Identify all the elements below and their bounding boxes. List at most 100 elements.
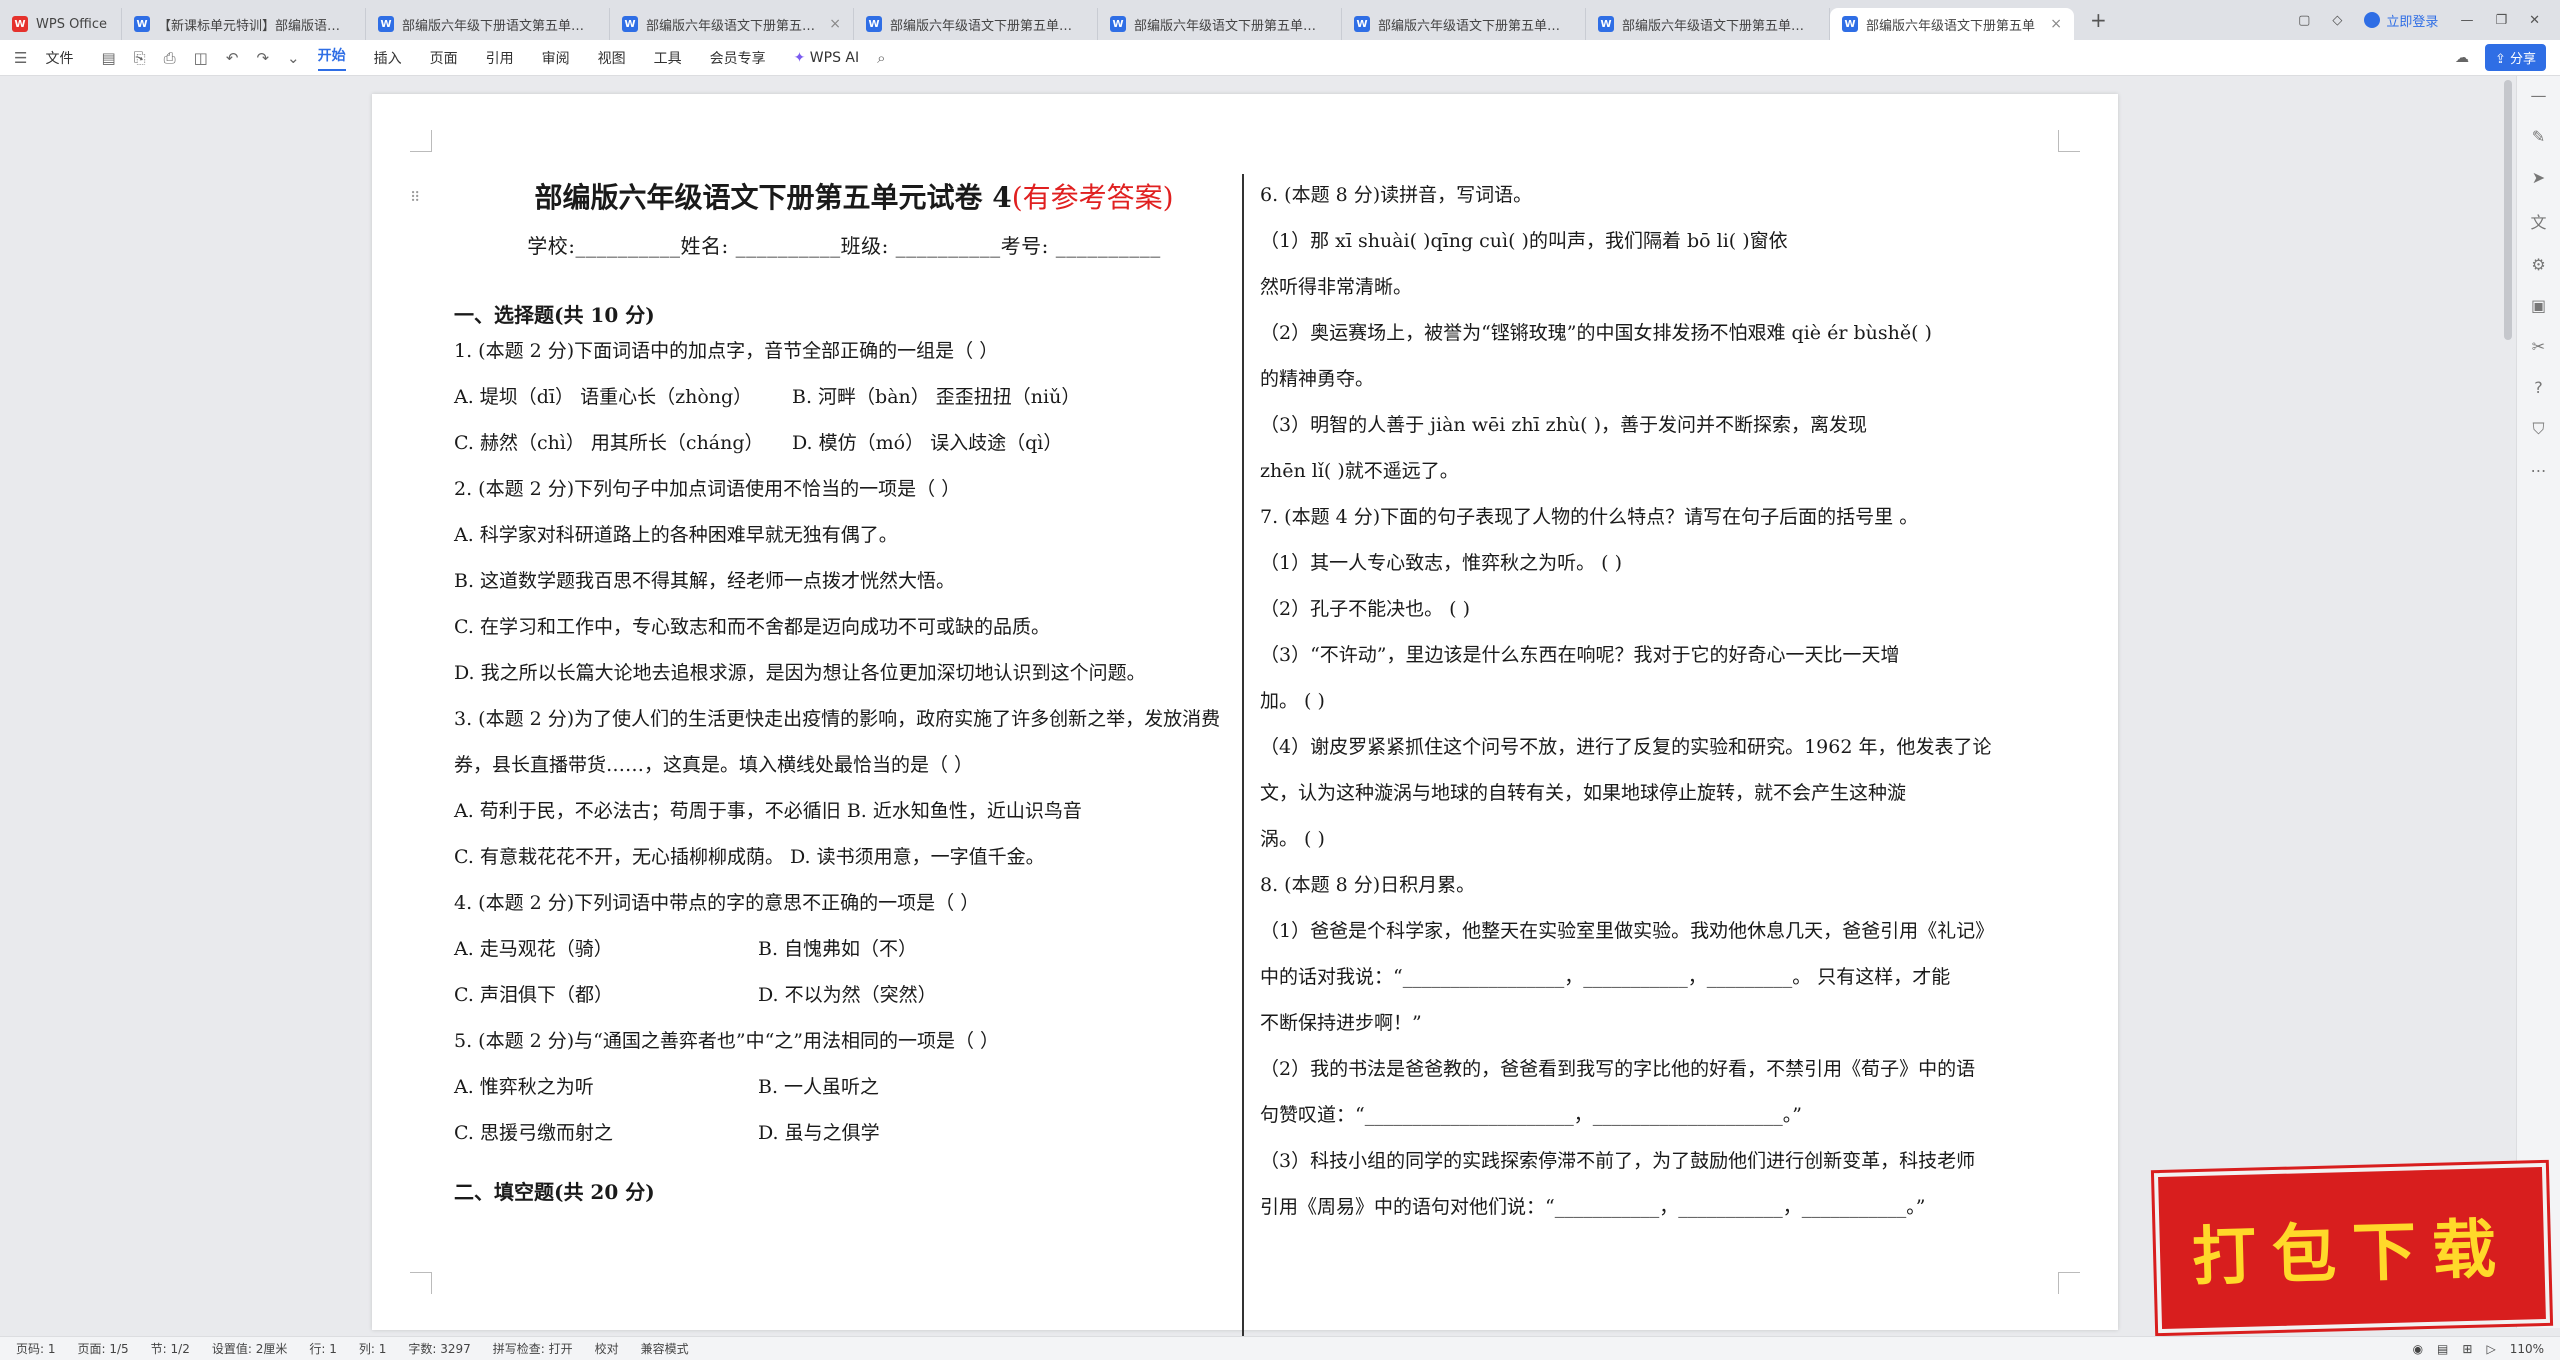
status-words[interactable]: 字数: 3297 <box>408 1340 470 1357</box>
tab-document[interactable]: W 部编版六年级语文下册第五单元试卷 <box>1586 8 1830 40</box>
option-row: C. 赫然（chì） 用其所长（cháng） D. 模仿（mó） 误入歧途（qì） <box>454 420 1234 466</box>
tab-label: 部编版六年级语文下册第五单元测试卷 <box>646 18 823 34</box>
word-doc-icon: W <box>378 16 394 32</box>
question: 4. (本题 2 分)下列词语中带点的字的意思不正确的一项是（ ） <box>454 892 980 914</box>
download-banner[interactable]: 打包下载 <box>2153 1162 2551 1334</box>
tab-view[interactable]: 视图 <box>598 48 626 68</box>
question-line: 然听得非常清晰。 <box>1260 276 1413 298</box>
status-spell[interactable]: 拼写检查: 打开 <box>493 1340 573 1357</box>
question-line: 句赞叹道：“______________________，___________… <box>1260 1104 1802 1126</box>
option-row: A. 走马观花（骑） B. 自愧弗如（不） <box>454 926 1234 972</box>
drag-handle-icon[interactable]: ⠿ <box>410 190 420 206</box>
translate-icon[interactable]: 文 <box>2530 209 2546 233</box>
tab-home[interactable]: 开始 <box>317 45 346 71</box>
title-suffix: (有参考答案) <box>1011 181 1174 214</box>
tab-tools[interactable]: 工具 <box>654 48 682 68</box>
close-icon[interactable]: × <box>2050 16 2062 32</box>
play-icon[interactable]: ▷ <box>2486 1342 2495 1356</box>
question-line: （2）我的书法是爸爸教的，爸爸看到我写的字比他的好看，不禁引用《荀子》中的语 <box>1260 1058 1976 1080</box>
question: 8. (本题 8 分)日积月累。 <box>1260 874 1476 896</box>
status-bar: 页码: 1 页面: 1/5 节: 1/2 设置值: 2厘米 行: 1 列: 1 … <box>0 1336 2560 1360</box>
tab-label: 部编版六年级语文下册第五单 <box>1866 18 2036 34</box>
option: D. 虽与之俱学 <box>758 1122 880 1144</box>
tab-insert[interactable]: 插入 <box>374 48 402 68</box>
tab-label: 部编版六年级语文下册第五单元试卷 <box>1134 18 1329 34</box>
close-icon[interactable]: × <box>829 16 841 32</box>
option: A. 堤坝（dī） 语重心长（zhòng） <box>454 386 753 408</box>
window-layout-icon[interactable]: ▢ <box>2298 13 2310 28</box>
question-line: 文，认为这种漩涡与地球的自转有关，如果地球停止旋转，就不会产生这种漩 <box>1260 782 1907 804</box>
cloud-icon[interactable]: ☁ <box>2455 50 2469 66</box>
cube-icon[interactable]: ◇ <box>2332 13 2342 28</box>
tab-review[interactable]: 审阅 <box>542 48 570 68</box>
export-icon[interactable]: ⎘ <box>134 49 146 67</box>
status-proof[interactable]: 校对 <box>595 1340 619 1357</box>
status-pages[interactable]: 页面: 1/5 <box>78 1340 129 1357</box>
eye-icon[interactable]: ◉ <box>2413 1342 2423 1356</box>
print-icon[interactable]: ⎙ <box>164 49 176 67</box>
more-icon[interactable]: ⋯ <box>2531 461 2547 480</box>
question-line: （3）明智的人善于 jiàn wēi zhī zhù( )，善于发问并不断探索，… <box>1260 414 1868 436</box>
minimize-icon[interactable]: — <box>2460 13 2473 28</box>
scrollbar[interactable] <box>2504 80 2512 340</box>
title-text: 部编版六年级语文下册第五单元试卷 4 <box>534 181 1012 214</box>
status-section[interactable]: 节: 1/2 <box>151 1340 190 1357</box>
tab-document[interactable]: W 部编版六年级语文下册第五单元测试卷 <box>854 8 1098 40</box>
new-tab-button[interactable]: + <box>2090 8 2107 32</box>
question-line: zhēn lǐ( )就不遥远了。 <box>1260 460 1459 482</box>
help-icon[interactable]: ? <box>2534 378 2543 397</box>
image-icon[interactable]: ▣ <box>2531 296 2546 315</box>
question-line: （1）那 xī shuài( )qīng cuì( )的叫声，我们隔着 bō l… <box>1260 230 1788 252</box>
tab-document[interactable]: W 部编版六年级下册语文第五单元测试卷 <box>366 8 610 40</box>
tab-document[interactable]: W 部编版六年级语文下册第五单元试卷 <box>1098 8 1342 40</box>
question-line: （1）爸爸是个科学家，他整天在实验室里做实验。我劝他休息几天，爸爸引用《礼记》 <box>1260 920 1995 942</box>
redo-icon[interactable]: ↷ <box>256 49 269 67</box>
tab-label: 部编版六年级下册语文第五单元测试卷 <box>402 18 597 34</box>
tab-label: WPS Office <box>36 16 108 32</box>
tab-wps-office[interactable]: W WPS Office <box>0 8 122 40</box>
tab-member[interactable]: 会员专享 <box>710 48 766 68</box>
crop-mark <box>410 130 432 152</box>
tab-document[interactable]: W 部编版六年级语文下册第五单元试卷 <box>1342 8 1586 40</box>
shirt-icon[interactable]: ⛉ <box>2532 419 2544 439</box>
tab-document-active[interactable]: W 部编版六年级语文下册第五单 × <box>1830 8 2074 40</box>
wps-ai-button[interactable]: ✦ WPS AI <box>794 50 860 66</box>
adjust-icon[interactable]: ⚙ <box>2531 255 2545 274</box>
word-doc-icon: W <box>1842 16 1858 32</box>
preview-icon[interactable]: ◫ <box>194 49 208 67</box>
close-window-icon[interactable]: ✕ <box>2529 13 2540 28</box>
search-icon[interactable]: ⌕ <box>877 49 885 67</box>
status-setting[interactable]: 设置值: 2厘米 <box>212 1340 288 1357</box>
page-view-icon[interactable]: ▤ <box>2437 1342 2448 1356</box>
tab-document[interactable]: W 部编版六年级语文下册第五单元测试卷 × <box>610 8 854 40</box>
restore-icon[interactable]: ❐ <box>2495 13 2507 28</box>
zoom-level[interactable]: 110% <box>2510 1342 2544 1356</box>
chevron-down-icon[interactable]: ⌄ <box>287 49 300 67</box>
share-button[interactable]: ⇪ 分享 <box>2484 44 2546 71</box>
crop-mark <box>410 1272 432 1294</box>
tab-reference[interactable]: 引用 <box>486 48 514 68</box>
collapse-icon[interactable]: — <box>2531 86 2547 105</box>
menu-icon[interactable]: ☰ <box>14 49 27 67</box>
question-line: （3）科技小组的同学的实践探索停滞不前了，为了鼓励他们进行创新变革，科技老师 <box>1260 1150 1976 1172</box>
option: C. 在学习和工作中，专心致志和而不舍都是迈向成功不可或缺的品质。 <box>454 616 1050 638</box>
ai-icon: ✦ <box>793 49 806 66</box>
tab-document[interactable]: W 【新课标单元特训】部编版语文六年级 <box>122 8 366 40</box>
pen-icon[interactable]: ✎ <box>2532 127 2545 146</box>
status-page-code[interactable]: 页码: 1 <box>16 1340 56 1357</box>
question: 3. (本题 2 分)为了使人们的生活更快走出疫情的影响，政府实施了许多创新之举… <box>454 708 1221 776</box>
file-menu[interactable]: 文件 <box>45 48 73 68</box>
save-icon[interactable]: ▤ <box>101 49 115 67</box>
pointer-icon[interactable]: ➤ <box>2532 168 2545 187</box>
wps-logo-icon: W <box>12 16 28 32</box>
word-doc-icon: W <box>1354 16 1370 32</box>
tool-icon[interactable]: ✂ <box>2532 337 2545 356</box>
question-line: （2）奥运赛场上，被誉为“铿锵玫瑰”的中国女排发扬不怕艰难 qiè ér bùs… <box>1260 322 1932 344</box>
tab-page[interactable]: 页面 <box>430 48 458 68</box>
web-view-icon[interactable]: ⊞ <box>2462 1342 2472 1356</box>
document-page[interactable]: ⠿ 部编版六年级语文下册第五单元试卷 4(有参考答案) 学校:_________… <box>372 94 2118 1342</box>
status-row: 行: 1 <box>309 1342 337 1356</box>
undo-icon[interactable]: ↶ <box>226 49 239 67</box>
login-button[interactable]: 立即登录 <box>2364 11 2438 30</box>
option: B. 一人虽听之 <box>758 1076 880 1098</box>
